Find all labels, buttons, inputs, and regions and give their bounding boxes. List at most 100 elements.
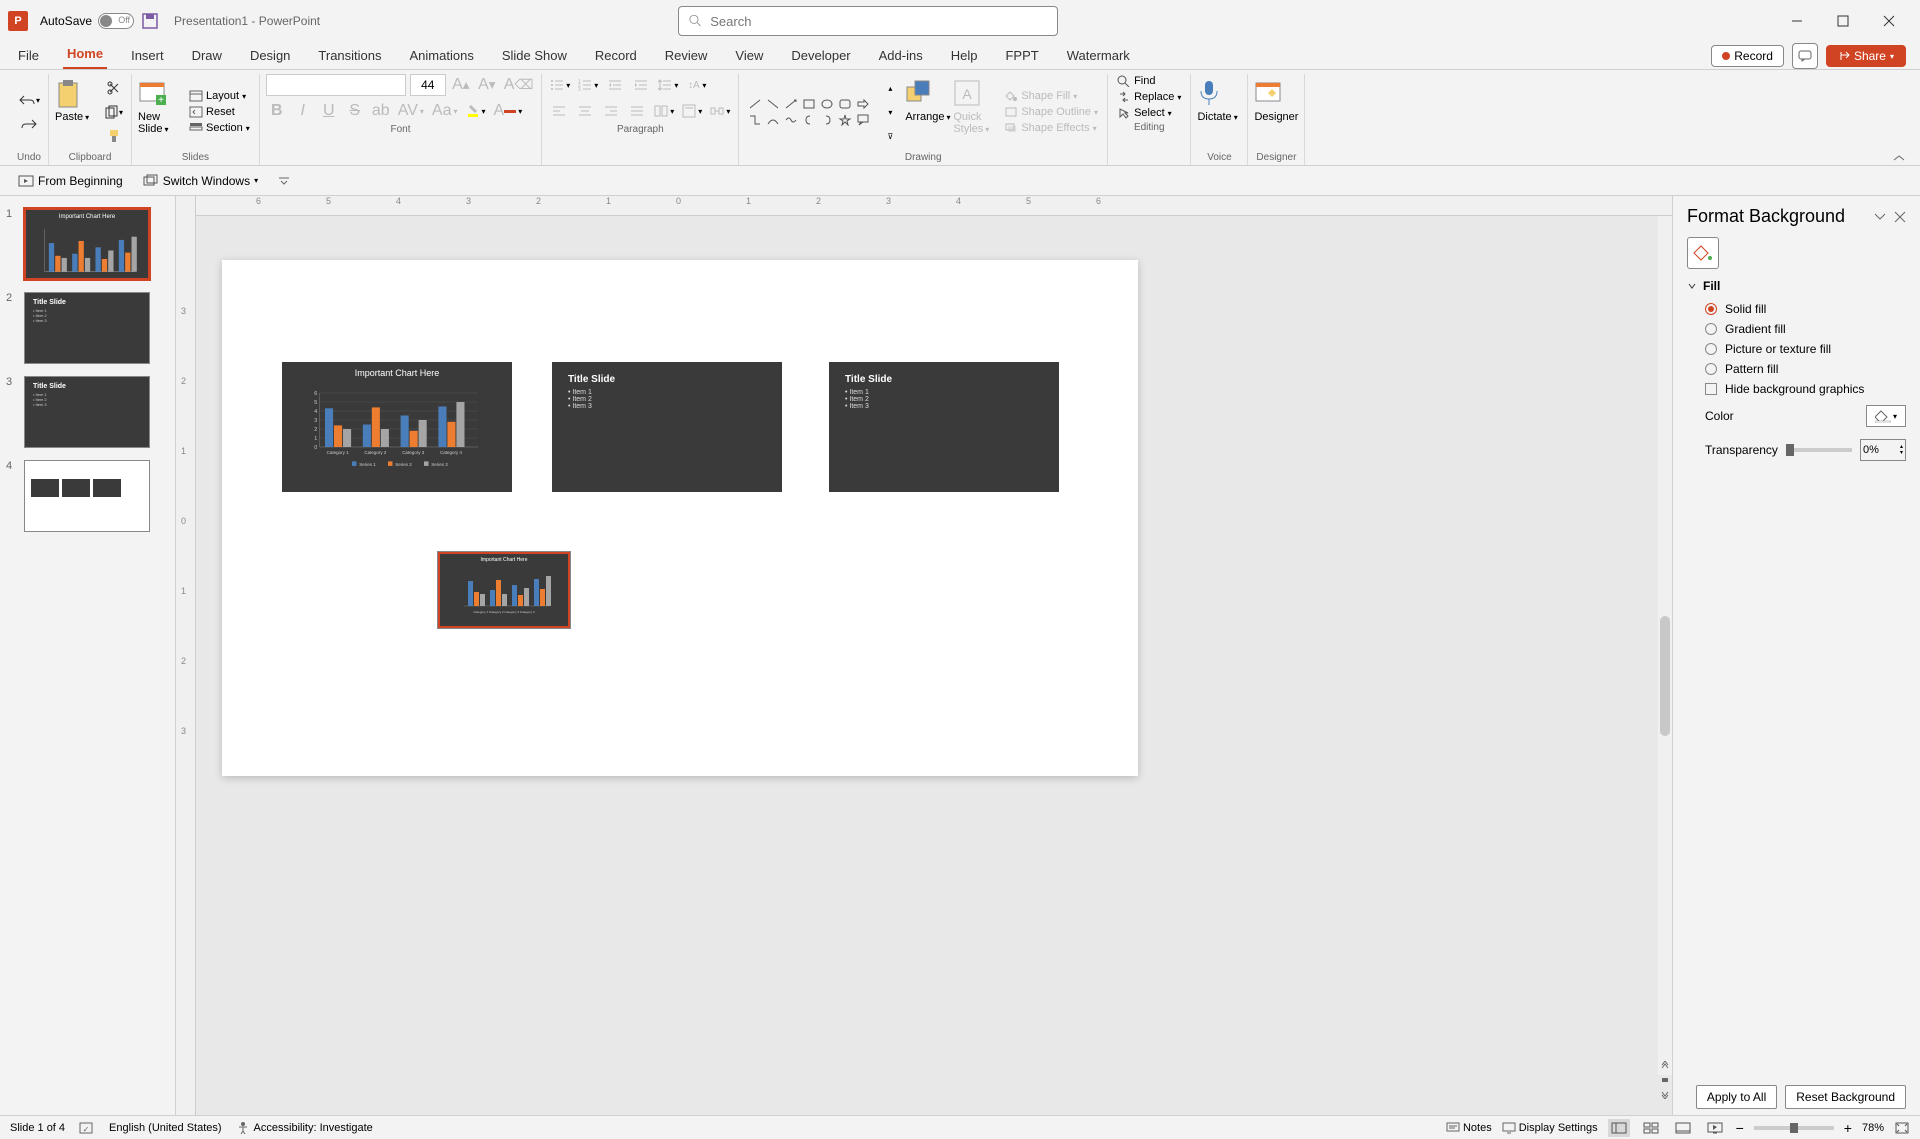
save-icon[interactable]	[142, 13, 158, 29]
tab-record[interactable]: Record	[591, 44, 641, 69]
brace-shape[interactable]	[801, 113, 817, 127]
qat-customize-button[interactable]	[274, 174, 294, 188]
decrease-font-button[interactable]: A▾	[476, 74, 498, 96]
new-slide-button[interactable]: + New Slide	[138, 79, 182, 145]
hide-bg-checkbox[interactable]: Hide background graphics	[1687, 379, 1906, 399]
prev-slide-button[interactable]	[1658, 1059, 1672, 1073]
tab-design[interactable]: Design	[246, 44, 294, 69]
undo-button[interactable]: ▾	[16, 89, 42, 111]
strikethrough-button[interactable]: S	[344, 100, 366, 122]
section-button[interactable]: Section▾	[186, 121, 253, 135]
designer-button[interactable]: Designer	[1254, 79, 1298, 145]
reset-background-button[interactable]: Reset Background	[1785, 1085, 1906, 1109]
vertical-scrollbar[interactable]	[1658, 216, 1672, 1075]
transparency-input[interactable]: 0%▴▾	[1860, 439, 1906, 461]
align-right-button[interactable]	[600, 100, 622, 122]
tab-fppt[interactable]: FPPT	[1001, 44, 1042, 69]
align-left-button[interactable]	[548, 100, 570, 122]
transparency-slider[interactable]	[1786, 448, 1852, 452]
numbering-button[interactable]: 123	[576, 74, 600, 96]
comments-button[interactable]	[1792, 43, 1818, 69]
solid-fill-radio[interactable]: Solid fill	[1687, 299, 1906, 319]
pane-close-button[interactable]	[1894, 211, 1906, 223]
from-beginning-button[interactable]: From Beginning	[14, 172, 127, 190]
tab-watermark[interactable]: Watermark	[1063, 44, 1134, 69]
notes-button[interactable]: Notes	[1446, 1122, 1492, 1134]
shape-effects-button[interactable]: Shape Effects▾	[1001, 121, 1101, 135]
rounded-rect-shape[interactable]	[837, 97, 853, 111]
tab-transitions[interactable]: Transitions	[314, 44, 385, 69]
rect-shape[interactable]	[801, 97, 817, 111]
share-button[interactable]: Share▾	[1826, 45, 1906, 67]
justify-button[interactable]	[626, 100, 648, 122]
record-button[interactable]: Record	[1711, 45, 1784, 67]
font-family-select[interactable]	[266, 74, 406, 96]
fit-slide-button[interactable]	[1658, 1073, 1672, 1087]
search-input[interactable]	[710, 14, 1047, 29]
shape-outline-button[interactable]: Shape Outline▾	[1001, 105, 1101, 119]
oval-shape[interactable]	[819, 97, 835, 111]
highlight-button[interactable]	[464, 100, 488, 122]
line-shape[interactable]	[765, 97, 781, 111]
pattern-fill-radio[interactable]: Pattern fill	[1687, 359, 1906, 379]
next-slide-button[interactable]	[1658, 1087, 1672, 1101]
maximize-button[interactable]	[1820, 5, 1866, 37]
tab-view[interactable]: View	[731, 44, 767, 69]
zoom-level[interactable]: 78%	[1862, 1122, 1884, 1134]
tab-review[interactable]: Review	[661, 44, 712, 69]
tab-addins[interactable]: Add-ins	[875, 44, 927, 69]
shapes-expand-button[interactable]: ⊽	[879, 125, 901, 147]
star-shape[interactable]	[837, 113, 853, 127]
embedded-slide-title-2[interactable]: Title Slide • Item 1 • Item 2 • Item 3	[829, 362, 1059, 492]
columns-button[interactable]	[652, 100, 676, 122]
collapse-ribbon-button[interactable]	[1892, 154, 1906, 164]
switch-windows-button[interactable]: Switch Windows▾	[139, 172, 262, 190]
slide-thumbnail-2[interactable]: Title Slide • Item 1• Item 2• Item 3	[24, 292, 150, 364]
shadow-button[interactable]: ab	[370, 100, 392, 122]
freeform-shape[interactable]	[783, 113, 799, 127]
callout-shape[interactable]	[855, 113, 871, 127]
language-status[interactable]: English (United States)	[109, 1122, 222, 1134]
minimize-button[interactable]	[1774, 5, 1820, 37]
slide-thumbnail-panel[interactable]: 1 Important Chart Here 2 Title Slide • I…	[0, 196, 176, 1115]
format-painter-button[interactable]	[103, 125, 125, 147]
slide-counter[interactable]: Slide 1 of 4	[10, 1122, 65, 1134]
tab-home[interactable]: Home	[63, 42, 107, 69]
select-button[interactable]: Select▾	[1114, 106, 1184, 120]
underline-button[interactable]: U	[318, 100, 340, 122]
increase-font-button[interactable]: A▴	[450, 74, 472, 96]
tab-insert[interactable]: Insert	[127, 44, 168, 69]
reading-view-button[interactable]	[1672, 1119, 1694, 1137]
tab-file[interactable]: File	[14, 44, 43, 69]
arrow-shape[interactable]	[855, 97, 871, 111]
color-picker-button[interactable]: ▾	[1866, 405, 1906, 427]
fill-options-icon[interactable]	[1687, 237, 1719, 269]
spell-check-icon[interactable]: ✓	[79, 1121, 95, 1135]
find-button[interactable]: Find	[1114, 74, 1184, 88]
embedded-slide-chart[interactable]: Important Chart Here 6 5 4 3 2 1 0	[282, 362, 512, 492]
autosave-toggle[interactable]: Off	[98, 13, 134, 29]
tab-animations[interactable]: Animations	[406, 44, 478, 69]
quick-styles-button[interactable]: A Quick Styles	[953, 79, 997, 145]
shapes-more-button[interactable]: ▴	[879, 77, 901, 99]
layout-button[interactable]: Layout▾	[186, 89, 253, 103]
elbow-connector[interactable]	[747, 113, 763, 127]
tab-slideshow[interactable]: Slide Show	[498, 44, 571, 69]
italic-button[interactable]: I	[292, 100, 314, 122]
paste-button[interactable]: Paste	[55, 79, 99, 145]
replace-button[interactable]: Replace▾	[1114, 90, 1184, 104]
font-size-select[interactable]	[410, 74, 446, 96]
line-shape[interactable]	[747, 97, 763, 111]
text-direction-button[interactable]: ↕A	[684, 74, 708, 96]
decrease-indent-button[interactable]	[604, 74, 626, 96]
slide-thumbnail-4[interactable]	[24, 460, 150, 532]
bold-button[interactable]: B	[266, 100, 288, 122]
shapes-gallery[interactable]	[745, 95, 873, 129]
reset-button[interactable]: Reset	[186, 105, 253, 119]
embedded-slide-title-1[interactable]: Title Slide • Item 1 • Item 2 • Item 3	[552, 362, 782, 492]
change-case-button[interactable]: Aa	[430, 100, 460, 122]
pane-options-button[interactable]	[1874, 211, 1886, 223]
brace-shape[interactable]	[819, 113, 835, 127]
font-color-button[interactable]: A	[492, 100, 525, 122]
dictate-button[interactable]: Dictate	[1197, 79, 1241, 145]
